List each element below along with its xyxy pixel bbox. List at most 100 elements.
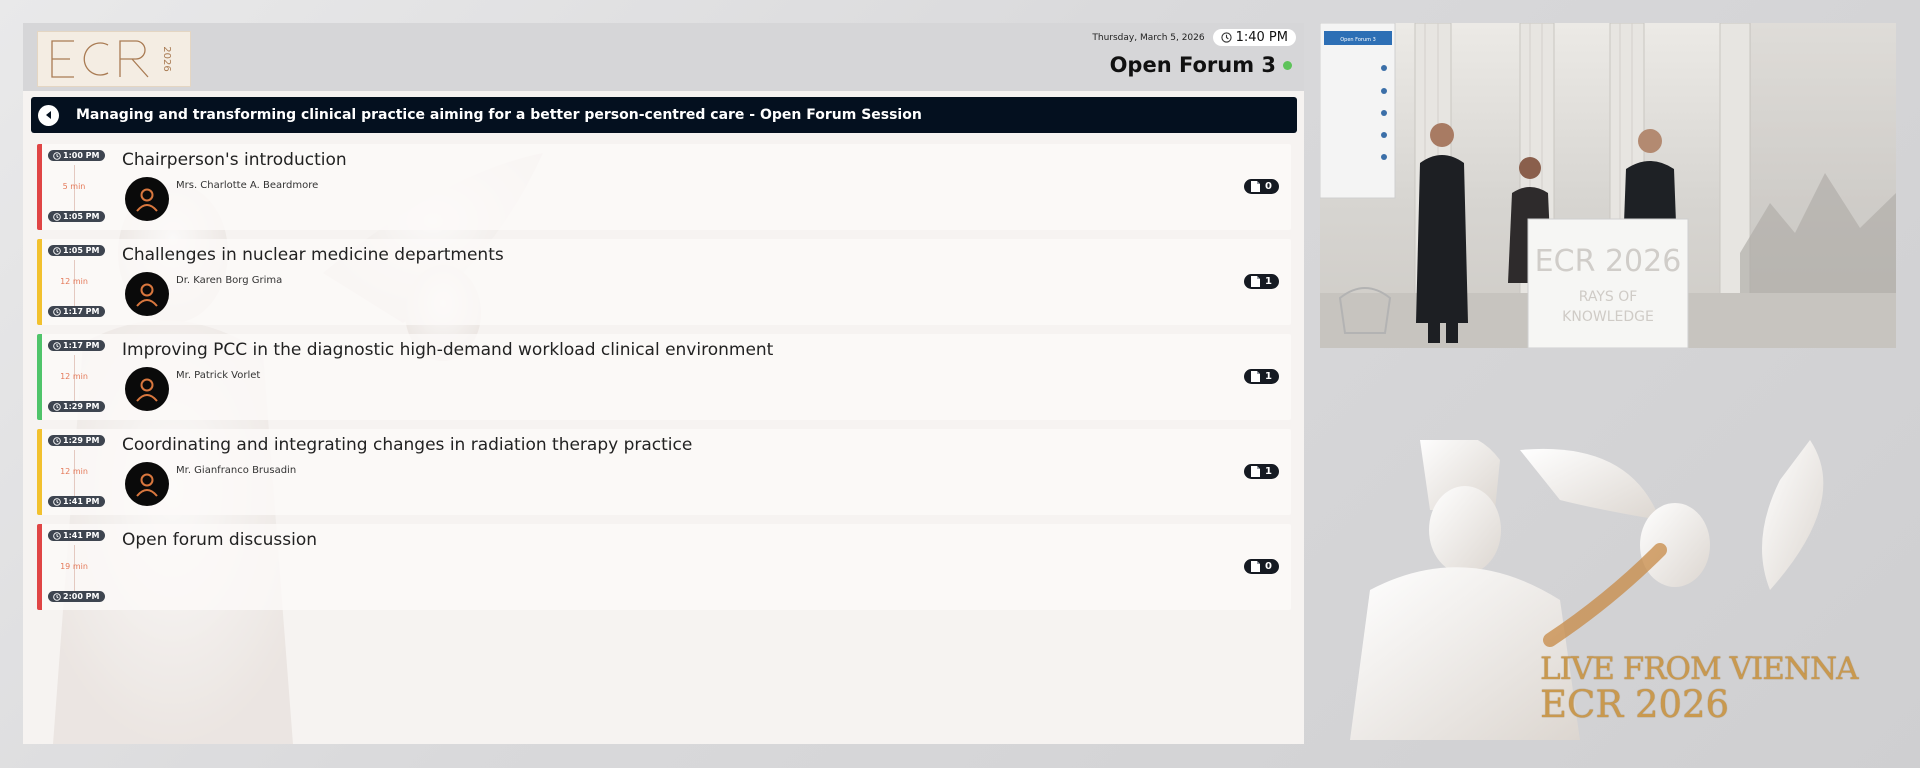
end-time-badge: 2:00 PM — [48, 591, 105, 602]
date-time: Thursday, March 5, 2026 1:40 PM — [1092, 29, 1296, 46]
document-icon — [1251, 276, 1261, 287]
podium-logo: ECR 2026 — [1535, 244, 1682, 279]
podium-tagline-1: RAYS OF — [1579, 289, 1638, 305]
clock-icon — [53, 531, 61, 540]
start-time-badge: 1:05 PM — [48, 245, 105, 256]
start-time-badge: 1:17 PM — [48, 340, 105, 351]
svg-text:2026: 2026 — [161, 46, 172, 71]
speaker-avatar[interactable] — [125, 272, 169, 316]
user-icon — [136, 188, 158, 212]
end-time: 1:17 PM — [63, 307, 100, 316]
documents-count: 1 — [1265, 276, 1272, 287]
end-time: 1:41 PM — [63, 497, 100, 506]
speaker-name[interactable]: Mr. Gianfranco Brusadin — [176, 465, 296, 476]
clock-icon — [53, 307, 61, 316]
clock-icon — [53, 151, 61, 160]
talk-title[interactable]: Improving PCC in the diagnostic high-dem… — [122, 340, 773, 360]
start-time-badge: 1:41 PM — [48, 530, 105, 541]
duration: 12 min — [60, 467, 88, 476]
end-time-badge: 1:29 PM — [48, 401, 105, 412]
agenda-list: 1:00 PM 5 min 1:05 PM Chairperson's intr… — [37, 144, 1291, 619]
screen-label: Open Forum 3 — [1340, 37, 1376, 43]
clock-icon — [53, 592, 61, 601]
banner-line-2: ECR 2026 — [1540, 683, 1730, 726]
duration: 12 min — [60, 277, 88, 286]
podium-tagline-2: KNOWLEDGE — [1562, 309, 1654, 325]
clock-pill: 1:40 PM — [1212, 29, 1296, 46]
start-time: 1:00 PM — [63, 151, 100, 160]
agenda-item[interactable]: 1:00 PM 5 min 1:05 PM Chairperson's intr… — [37, 144, 1291, 230]
speaker-name[interactable]: Mr. Patrick Vorlet — [176, 370, 260, 381]
start-time-badge: 1:00 PM — [48, 150, 105, 161]
room-label: Open Forum 3 — [1109, 53, 1276, 77]
talk-title[interactable]: Open forum discussion — [122, 530, 317, 550]
agenda-item[interactable]: 1:41 PM 19 min 2:00 PM Open forum discus… — [37, 524, 1291, 610]
document-icon — [1251, 561, 1261, 572]
user-icon — [136, 378, 158, 402]
end-time: 1:29 PM — [63, 402, 100, 411]
documents-count: 1 — [1265, 466, 1272, 477]
ecr-logo: 2026 — [37, 31, 191, 87]
clock-icon — [53, 436, 61, 445]
documents-count: 1 — [1265, 371, 1272, 382]
talk-title[interactable]: Challenges in nuclear medicine departmen… — [122, 245, 504, 265]
documents-count: 0 — [1265, 561, 1272, 572]
ecr-logo-mark: 2026 — [51, 40, 172, 78]
agenda-item[interactable]: 1:17 PM 12 min 1:29 PM Improving PCC in … — [37, 334, 1291, 420]
speaker-avatar[interactable] — [125, 367, 169, 411]
agenda-item[interactable]: 1:05 PM 12 min 1:17 PM Challenges in nuc… — [37, 239, 1291, 325]
agenda-panel: 2026 Thursday, March 5, 2026 1:40 PM Ope… — [23, 23, 1304, 744]
agenda-item[interactable]: 1:29 PM 12 min 1:41 PM Coordinating and … — [37, 429, 1291, 515]
chevron-left-icon — [45, 111, 51, 119]
current-date: Thursday, March 5, 2026 — [1092, 32, 1205, 43]
banner-line-1: LIVE FROM VIENNA — [1540, 651, 1858, 687]
speaker-name[interactable]: Mrs. Charlotte A. Beardmore — [176, 180, 318, 191]
duration: 5 min — [62, 182, 86, 191]
end-time-badge: 1:05 PM — [48, 211, 105, 222]
start-time: 1:29 PM — [63, 436, 100, 445]
documents-badge[interactable]: 1 — [1244, 369, 1279, 384]
documents-badge[interactable]: 1 — [1244, 464, 1279, 479]
time-column: 1:17 PM 12 min 1:29 PM — [48, 340, 105, 414]
documents-count: 0 — [1265, 181, 1272, 192]
speaker-avatar[interactable] — [125, 177, 169, 221]
session-header: Managing and transforming clinical pract… — [31, 97, 1297, 133]
document-icon — [1251, 371, 1261, 382]
end-time: 2:00 PM — [63, 592, 100, 601]
current-time: 1:40 PM — [1235, 30, 1288, 45]
user-icon — [136, 283, 158, 307]
start-time: 1:41 PM — [63, 531, 100, 540]
live-status-dot — [1283, 60, 1292, 70]
room-name: Open Forum 3 — [1110, 53, 1292, 77]
clock-icon — [53, 212, 61, 221]
clock-icon — [53, 497, 61, 506]
time-column: 1:05 PM 12 min 1:17 PM — [48, 245, 105, 319]
speaker-name[interactable]: Dr. Karen Borg Grima — [176, 275, 282, 286]
start-time-badge: 1:29 PM — [48, 435, 105, 446]
documents-badge[interactable]: 1 — [1244, 274, 1279, 289]
start-time: 1:05 PM — [63, 246, 100, 255]
panel-header: 2026 Thursday, March 5, 2026 1:40 PM Ope… — [23, 23, 1304, 91]
start-time: 1:17 PM — [63, 341, 100, 350]
end-time-badge: 1:41 PM — [48, 496, 105, 507]
end-time: 1:05 PM — [63, 212, 100, 221]
end-time-badge: 1:17 PM — [48, 306, 105, 317]
documents-badge[interactable]: 0 — [1244, 559, 1279, 574]
documents-badge[interactable]: 0 — [1244, 179, 1279, 194]
talk-title[interactable]: Coordinating and integrating changes in … — [122, 435, 692, 455]
time-column: 1:29 PM 12 min 1:41 PM — [48, 435, 105, 509]
clock-icon — [1220, 32, 1232, 43]
clock-icon — [53, 341, 61, 350]
talk-title[interactable]: Chairperson's introduction — [122, 150, 347, 170]
document-icon — [1251, 181, 1261, 192]
time-column: 1:00 PM 5 min 1:05 PM — [48, 150, 105, 224]
speaker-avatar[interactable] — [125, 462, 169, 506]
back-button[interactable] — [38, 104, 59, 126]
video-feed[interactable]: Open Forum 3 ECR 2026 RAYS OF KNOWLEDGE — [1320, 23, 1896, 348]
clock-icon — [53, 402, 61, 411]
stage-scene: Open Forum 3 ECR 2026 RAYS OF KNOWLEDGE — [1320, 23, 1896, 348]
time-column: 1:41 PM 19 min 2:00 PM — [48, 530, 105, 604]
duration: 12 min — [60, 372, 88, 381]
clock-icon — [53, 246, 61, 255]
user-icon — [136, 473, 158, 497]
